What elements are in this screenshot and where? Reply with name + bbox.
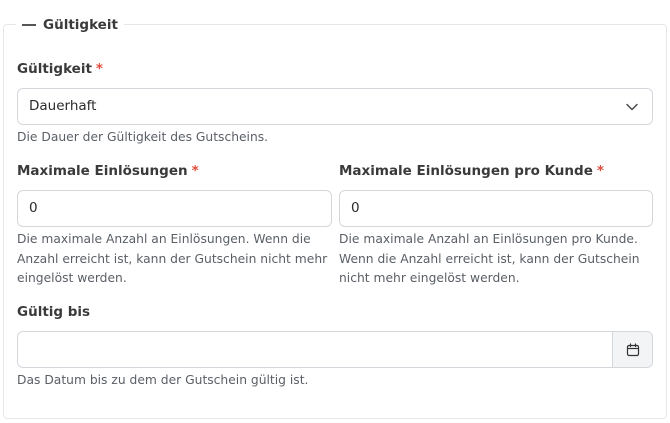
calendar-icon — [626, 342, 639, 356]
max-redemptions-per-customer-input[interactable]: 0 — [339, 190, 653, 227]
calendar-button[interactable] — [612, 331, 653, 368]
validity-label: Gültigkeit * — [17, 61, 103, 77]
valid-until-help: Das Datum bis zu dem der Gutschein gülti… — [17, 373, 309, 387]
valid-until-label: Gültig bis — [17, 304, 90, 320]
max-redemptions-per-customer-label: Maximale Einlösungen pro Kunde * — [339, 163, 604, 179]
max-redemptions-help: Die maximale Anzahl an Einlösungen. Wenn… — [17, 232, 328, 285]
required-marker: * — [95, 61, 103, 77]
max-redemptions-input[interactable]: 0 — [17, 190, 332, 227]
chevron-down-icon — [626, 103, 638, 111]
max-redemptions-per-customer-value: 0 — [351, 200, 360, 216]
validity-select[interactable]: Dauerhaft — [17, 88, 653, 125]
section-title: Gültigkeit — [43, 17, 118, 33]
fieldset-legend[interactable]: Gültigkeit — [16, 16, 124, 34]
max-redemptions-per-customer-label-text: Maximale Einlösungen pro Kunde — [339, 163, 593, 179]
collapse-icon — [22, 24, 36, 26]
validity-label-text: Gültigkeit — [17, 61, 92, 77]
valid-until-label-text: Gültig bis — [17, 304, 91, 320]
required-marker: * — [191, 163, 199, 179]
validity-select-value: Dauerhaft — [29, 98, 97, 114]
required-marker: * — [596, 163, 604, 179]
max-redemptions-label: Maximale Einlösungen * — [17, 163, 199, 179]
max-redemptions-value: 0 — [29, 200, 38, 216]
max-redemptions-per-customer-help: Die maximale Anzahl an Einlösungen pro K… — [339, 232, 640, 285]
valid-until-input[interactable] — [17, 331, 613, 368]
validity-help: Die Dauer der Gültigkeit des Gutscheins. — [17, 130, 269, 144]
max-redemptions-label-text: Maximale Einlösungen — [17, 163, 188, 179]
